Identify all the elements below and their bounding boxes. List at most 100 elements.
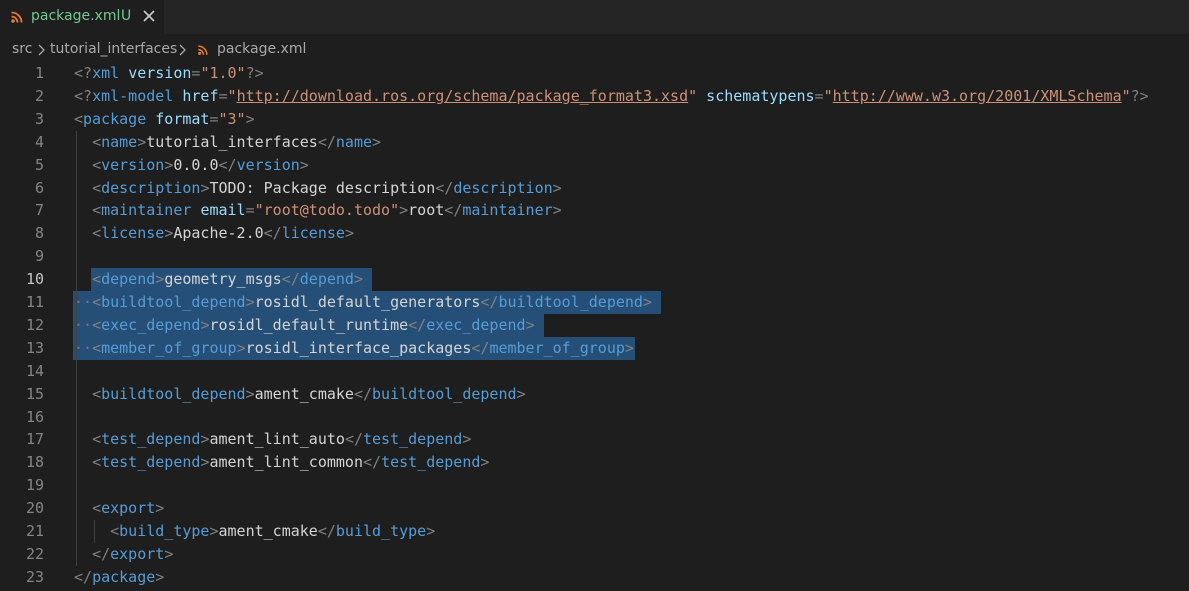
token-tag: buildtool_depend	[101, 384, 246, 403]
line-number[interactable]: 12	[0, 316, 44, 334]
token-p: ?>	[245, 64, 264, 82]
token-txt: 0.0.0	[173, 155, 219, 174]
code-line[interactable]: 2 <?xml-model href="http://download.ros.o…	[0, 85, 1189, 108]
token-txt: root	[408, 201, 445, 220]
code-line[interactable]: 21 <build_type>ament_cmake</build_type>	[0, 520, 1189, 543]
code-text: ··<exec_depend>rosidl_default_runtime</e…	[74, 316, 535, 337]
code-line[interactable]: 3 <package format="3">	[0, 108, 1189, 131]
code-line[interactable]: 6 <description>TODO: Package description…	[0, 176, 1189, 200]
line-number[interactable]: 21	[0, 522, 44, 540]
rss-icon	[11, 11, 23, 23]
code-line[interactable]: 22 </export>	[0, 542, 1189, 566]
token-txt: tutorial_interfaces	[146, 132, 318, 151]
token-p: </	[317, 522, 336, 540]
line-number[interactable]: 16	[0, 408, 44, 426]
breadcrumb-item-src[interactable]: src	[12, 41, 32, 57]
line-number[interactable]: 11	[0, 293, 44, 311]
line-number[interactable]: 18	[0, 453, 44, 471]
line-number[interactable]: 6	[0, 179, 44, 197]
code-line[interactable]: 17 <test_depend>ament_lint_auto</test_de…	[0, 428, 1189, 452]
token-tag: exec_depend	[426, 315, 526, 334]
code-editor[interactable]: 1 <?xml version="1.0"?> 2 <?xml-model href=…	[0, 62, 1189, 591]
code-line[interactable]: 13 ··<member_of_group>rosidl_interface_pa…	[0, 336, 1189, 360]
code-text: <license>Apache-2.0</license>	[74, 224, 354, 245]
token-ws: ··	[74, 293, 93, 311]
token-tag: test_depend	[101, 430, 201, 449]
token-tag: description	[101, 178, 201, 197]
code-text: <test_depend>ament_lint_auto</test_depen…	[74, 430, 471, 451]
code-line[interactable]: 16	[0, 405, 1189, 429]
token-p: </	[435, 178, 454, 197]
line-number[interactable]: 10	[0, 270, 44, 288]
token-p: >	[164, 224, 174, 243]
code-text: ··<buildtool_depend>rosidl_default_gener…	[74, 293, 652, 314]
token-p: </	[363, 453, 382, 472]
token-txt: ament_cmake	[218, 522, 318, 540]
line-number[interactable]: 1	[0, 64, 44, 82]
token-p: >	[299, 155, 309, 174]
code-line[interactable]: 9	[0, 245, 1189, 269]
token-p: >	[164, 544, 174, 563]
line-number[interactable]: 17	[0, 430, 44, 448]
line-number[interactable]: 19	[0, 476, 44, 494]
token-attr: version	[128, 64, 192, 82]
line-number[interactable]: 8	[0, 224, 44, 242]
tab-package-xml[interactable]: package.xml U	[0, 0, 164, 34]
chevron-right-icon	[179, 44, 186, 56]
token-ws: ··	[74, 338, 93, 357]
code-line[interactable]: 7 <maintainer email="root@todo.todo">roo…	[0, 199, 1189, 223]
code-line[interactable]: 8 <license>Apache-2.0</license>	[0, 222, 1189, 246]
token-p: <	[92, 315, 102, 334]
token-tag: maintainer	[101, 201, 192, 220]
token-p: =	[209, 109, 219, 128]
code-text: ··<member_of_group>rosidl_interface_pack…	[74, 339, 634, 360]
breadcrumb-item-file[interactable]: package.xml	[217, 41, 306, 57]
code-line[interactable]: 23 </package>	[0, 566, 1189, 589]
code-line[interactable]: 5 <version>0.0.0</version>	[0, 153, 1189, 177]
line-number[interactable]: 15	[0, 385, 44, 403]
code-line[interactable]: 4 <name>tutorial_interfaces</name>	[0, 130, 1189, 154]
code-line[interactable]: 14	[0, 359, 1189, 383]
token-p: </	[353, 384, 373, 403]
token-attr: href	[182, 86, 219, 105]
code-line[interactable]: 18 <test_depend>ament_lint_common</test_…	[0, 451, 1189, 475]
code-line[interactable]: 10 <depend>geometry_msgs</depend>	[0, 268, 1189, 292]
code-line[interactable]: 19	[0, 474, 1189, 498]
breadcrumb-item-folder[interactable]: tutorial_interfaces	[50, 41, 177, 57]
line-number[interactable]: 20	[0, 499, 44, 517]
line-number[interactable]: 5	[0, 156, 44, 174]
token-p: <	[110, 522, 120, 540]
line-number[interactable]: 7	[0, 201, 44, 219]
line-number[interactable]: 4	[0, 133, 44, 151]
token-tag: test_depend	[381, 453, 481, 472]
code-line[interactable]: 1 <?xml version="1.0"?>	[0, 62, 1189, 85]
token-url[interactable]: http://www.w3.org/2001/XMLSchema	[833, 87, 1122, 105]
token-p: =	[245, 201, 255, 220]
token-p: >	[353, 270, 363, 289]
token-p: </	[92, 544, 111, 563]
token-p: >	[624, 338, 634, 357]
code-line[interactable]: 12 ··<exec_depend>rosidl_default_runtime<…	[0, 313, 1189, 337]
close-icon[interactable]	[141, 8, 157, 24]
code-line[interactable]: 11 ··<buildtool_depend>rosidl_default_gen…	[0, 291, 1189, 314]
line-number[interactable]: 22	[0, 545, 44, 563]
token-str: "	[1121, 86, 1131, 105]
line-number[interactable]: 23	[0, 568, 44, 586]
line-number[interactable]: 13	[0, 339, 44, 357]
token-tag: build_type	[119, 522, 210, 540]
code-line[interactable]: 15 <buildtool_depend>ament_cmake</buildt…	[0, 382, 1189, 406]
line-number[interactable]: 9	[0, 247, 44, 265]
line-number[interactable]: 2	[0, 87, 44, 105]
token-url[interactable]: http://download.ros.org/schema/package_f…	[237, 87, 689, 105]
token-p: <	[92, 270, 102, 289]
code-line[interactable]: 20 <export>	[0, 497, 1189, 521]
line-number[interactable]: 3	[0, 110, 44, 128]
token-txt: ament_lint_auto	[209, 430, 345, 449]
line-number[interactable]: 14	[0, 362, 44, 380]
token-str: "	[823, 86, 833, 105]
token-tag: license	[281, 224, 345, 243]
